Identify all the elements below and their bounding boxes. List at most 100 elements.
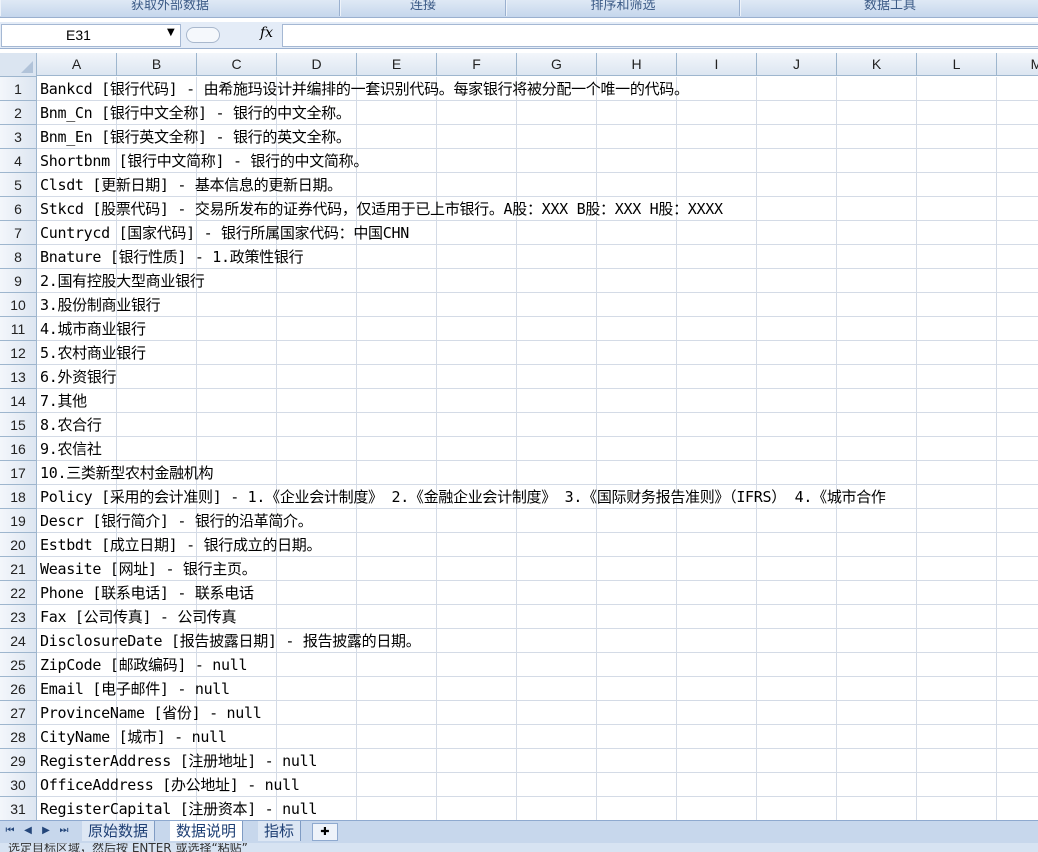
row-header[interactable]: 20 <box>0 533 37 557</box>
chevron-down-icon[interactable]: ▼ <box>167 27 175 38</box>
row-header[interactable]: 17 <box>0 461 37 485</box>
cell-a[interactable]: CityName [城市] - null <box>40 725 227 749</box>
cell-a[interactable]: RegisterAddress [注册地址] - null <box>40 749 317 773</box>
cell-a[interactable]: Bnm_En [银行英文全称] - 银行的英文全称。 <box>40 125 351 149</box>
row-header[interactable]: 25 <box>0 653 37 677</box>
sheet-tab-raw-data[interactable]: 原始数据 <box>82 821 156 841</box>
cell-a[interactable]: Estbdt [成立日期] - 银行成立的日期。 <box>40 533 321 557</box>
sheet-tab-bar: ⏮ ◀ ▶ ⏭ 原始数据 数据说明 指标 ✚ <box>0 820 1038 843</box>
ribbon-group-sort-filter[interactable]: 排序和筛选 <box>506 0 740 16</box>
row-header[interactable]: 6 <box>0 197 37 221</box>
cell-a[interactable]: Bnm_Cn [银行中文全称] - 银行的中文全称。 <box>40 101 351 125</box>
insert-sheet-icon[interactable]: ✚ <box>312 823 338 841</box>
row-header[interactable]: 13 <box>0 365 37 389</box>
cell-a[interactable]: Stkcd [股票代码] - 交易所发布的证券代码，仅适用于已上市银行。A股：X… <box>40 197 723 221</box>
row-header[interactable]: 5 <box>0 173 37 197</box>
row-header[interactable]: 16 <box>0 437 37 461</box>
row-header[interactable]: 8 <box>0 245 37 269</box>
cell-a[interactable]: 2.国有控股大型商业银行 <box>40 269 205 293</box>
formula-expand-handle[interactable] <box>186 27 220 43</box>
cell-a[interactable]: 5.农村商业银行 <box>40 341 146 365</box>
formula-input[interactable] <box>282 24 1038 47</box>
row-header[interactable]: 11 <box>0 317 37 341</box>
ribbon-group-external-data[interactable]: 获取外部数据 <box>0 0 340 16</box>
cell-a[interactable]: ProvinceName [省份] - null <box>40 701 262 725</box>
column-header-f[interactable]: F <box>437 53 517 76</box>
cell-a[interactable]: Fax [公司传真] - 公司传真 <box>40 605 236 629</box>
row-header[interactable]: 12 <box>0 341 37 365</box>
column-header-e[interactable]: E <box>357 53 437 76</box>
row-header[interactable]: 31 <box>0 797 37 820</box>
sheet-tab-indicators[interactable]: 指标 <box>258 821 302 841</box>
next-sheet-icon[interactable]: ▶ <box>40 824 52 838</box>
spreadsheet-grid: ABCDEFGHIJKLM 1 2 3 4 5 6 7 8 9 10 11 12 13 14 15 16 17 1… <box>0 53 1038 820</box>
formula-bar: E31 ▼ fx <box>0 22 1038 49</box>
cell-a[interactable]: Weasite [网址] - 银行主页。 <box>40 557 257 581</box>
column-header-c[interactable]: C <box>197 53 277 76</box>
cell-a[interactable]: 10.三类新型农村金融机构 <box>40 461 214 485</box>
column-header-g[interactable]: G <box>517 53 597 76</box>
cell-a[interactable]: Cuntrycd [国家代码] - 银行所属国家代码：中国CHN <box>40 221 409 245</box>
prev-sheet-icon[interactable]: ◀ <box>22 824 34 838</box>
row-header[interactable]: 4 <box>0 149 37 173</box>
cell-a[interactable]: Descr [银行简介] - 银行的沿革简介。 <box>40 509 313 533</box>
row-header[interactable]: 10 <box>0 293 37 317</box>
row-header[interactable]: 19 <box>0 509 37 533</box>
row-header[interactable]: 2 <box>0 101 37 125</box>
ribbon-group-data-tools[interactable]: 数据工具 <box>740 0 1038 16</box>
cell-a[interactable]: Policy [采用的会计准则] - 1.《企业会计制度》 2.《金融企业会计制… <box>40 485 886 509</box>
row-header[interactable]: 27 <box>0 701 37 725</box>
sheet-tab-data-description[interactable]: 数据说明 <box>170 821 244 841</box>
row-header[interactable]: 1 <box>0 77 37 101</box>
status-text: 选定目标区域，然后按 ENTER 或选择“粘贴” <box>8 843 248 852</box>
cell-a[interactable]: Bankcd [银行代码] - 由希施玛设计并编排的一套识别代码。每家银行将被分… <box>40 77 689 101</box>
row-header[interactable]: 26 <box>0 677 37 701</box>
row-header[interactable]: 7 <box>0 221 37 245</box>
row-header[interactable]: 3 <box>0 125 37 149</box>
row-header[interactable]: 30 <box>0 773 37 797</box>
cell-a[interactable]: 9.农信社 <box>40 437 102 461</box>
row-header[interactable]: 28 <box>0 725 37 749</box>
row-header[interactable]: 9 <box>0 269 37 293</box>
row-header[interactable]: 18 <box>0 485 37 509</box>
column-header-l[interactable]: L <box>917 53 997 76</box>
cell-a[interactable]: Email [电子邮件] - null <box>40 677 230 701</box>
last-sheet-icon[interactable]: ⏭ <box>58 824 70 838</box>
cell-a[interactable]: 8.农合行 <box>40 413 102 437</box>
row-header[interactable]: 14 <box>0 389 37 413</box>
ribbon-strip: 获取外部数据 连接 排序和筛选 数据工具 <box>0 0 1038 18</box>
row-header[interactable]: 21 <box>0 557 37 581</box>
row-header[interactable]: 15 <box>0 413 37 437</box>
column-header-j[interactable]: J <box>757 53 837 76</box>
ribbon-group-connections[interactable]: 连接 <box>340 0 506 16</box>
column-header-b[interactable]: B <box>117 53 197 76</box>
row-header[interactable]: 22 <box>0 581 37 605</box>
cell-a[interactable]: DisclosureDate [报告披露日期] - 报告披露的日期。 <box>40 629 421 653</box>
function-area: fx <box>182 24 282 45</box>
cell-a[interactable]: 7.其他 <box>40 389 87 413</box>
cell-a[interactable]: 3.股份制商业银行 <box>40 293 161 317</box>
cell-a[interactable]: Bnature [银行性质] - 1.政策性银行 <box>40 245 304 269</box>
first-sheet-icon[interactable]: ⏮ <box>4 824 16 838</box>
cell-a[interactable]: RegisterCapital [注册资本] - null <box>40 797 317 820</box>
cell-a[interactable]: Shortbnm [银行中文简称] - 银行的中文简称。 <box>40 149 368 173</box>
cell-a[interactable]: 6.外资银行 <box>40 365 117 389</box>
cell-a[interactable]: Clsdt [更新日期] - 基本信息的更新日期。 <box>40 173 342 197</box>
column-header-h[interactable]: H <box>597 53 677 76</box>
name-box-value: E31 <box>66 27 91 43</box>
column-header-k[interactable]: K <box>837 53 917 76</box>
row-header[interactable]: 23 <box>0 605 37 629</box>
cell-a[interactable]: Phone [联系电话] - 联系电话 <box>40 581 254 605</box>
select-all-button[interactable] <box>0 53 37 77</box>
column-header-a[interactable]: A <box>37 53 117 76</box>
cell-a[interactable]: 4.城市商业银行 <box>40 317 146 341</box>
column-header-d[interactable]: D <box>277 53 357 76</box>
cell-a[interactable]: OfficeAddress [办公地址] - null <box>40 773 300 797</box>
name-box[interactable]: E31 ▼ <box>1 24 181 47</box>
row-header[interactable]: 24 <box>0 629 37 653</box>
column-header-i[interactable]: I <box>677 53 757 76</box>
insert-function-icon[interactable]: fx <box>260 25 273 41</box>
cell-a[interactable]: ZipCode [邮政编码] - null <box>40 653 248 677</box>
row-header[interactable]: 29 <box>0 749 37 773</box>
column-header-m[interactable]: M <box>997 53 1038 76</box>
